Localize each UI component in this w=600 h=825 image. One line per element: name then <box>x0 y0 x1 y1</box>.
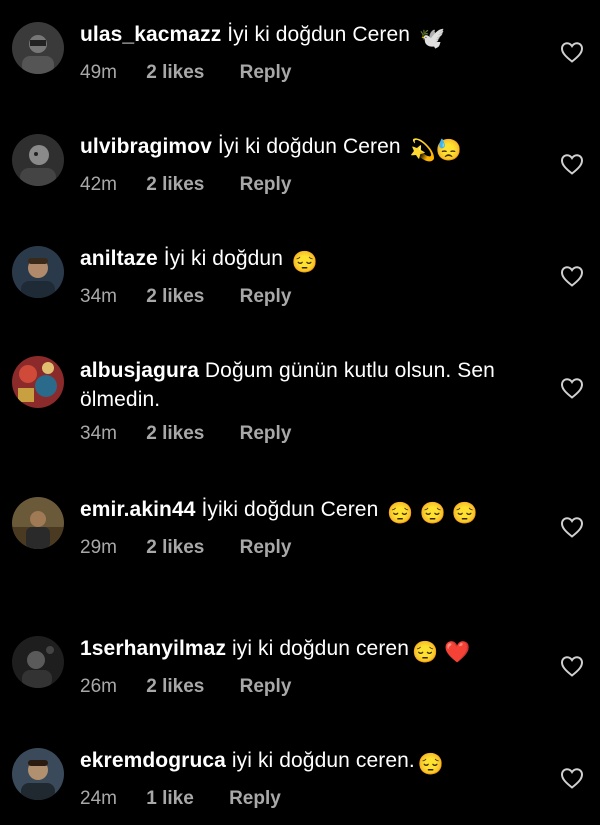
timestamp: 29m <box>80 537 117 558</box>
pensive-emoji: 😔 <box>291 251 319 274</box>
comment-meta: 29m 2 likes Reply <box>80 537 500 559</box>
likes-count[interactable]: 2 likes <box>146 62 204 84</box>
timestamp: 26m <box>80 676 117 697</box>
likes-count[interactable]: 2 likes <box>146 676 204 698</box>
comment-body: emir.akin44 İyiki doğdun Ceren 😔 😔 😔 29m… <box>80 495 500 559</box>
reply-button[interactable]: Reply <box>240 423 292 445</box>
dizzy-sweat-emoji: 💫😓 <box>409 139 463 162</box>
likes-count[interactable]: 2 likes <box>146 423 204 445</box>
comment-text: İyi ki doğdun Ceren <box>217 135 401 158</box>
comment-meta: 24m 1 like Reply <box>80 788 520 810</box>
comment-meta: 42m 2 likes Reply <box>80 174 520 196</box>
likes-count[interactable]: 1 like <box>146 788 194 810</box>
comment-text-line: albusjagura Doğum günün kutlu olsun. Sen… <box>80 356 510 414</box>
timestamp: 42m <box>80 174 117 195</box>
heart-outline-icon[interactable] <box>560 377 584 399</box>
comment-meta: 26m 2 likes Reply <box>80 676 520 698</box>
comment-body: ekremdogruca iyi ki doğdun ceren. 😔 24m 1… <box>80 746 520 810</box>
username[interactable]: ulas_kacmazz <box>80 23 221 46</box>
username[interactable]: emir.akin44 <box>80 498 196 521</box>
timestamp: 34m <box>80 286 117 307</box>
comment-meta: 49m 2 likes Reply <box>80 62 520 84</box>
comment-text-line: ekremdogruca iyi ki doğdun ceren. 😔 <box>80 746 520 779</box>
pensive-heart-emoji: 😔 ❤️ <box>412 641 471 664</box>
dove-emoji: 🕊️ <box>419 27 446 50</box>
comment-body: aniltaze İyi ki doğdun 😔 34m 2 likes Rep… <box>80 244 520 308</box>
avatar[interactable] <box>12 636 64 688</box>
heart-outline-icon[interactable] <box>560 41 584 63</box>
username[interactable]: ulvibragimov <box>80 135 212 158</box>
comment-text: İyi ki doğdun <box>163 247 283 270</box>
comment-meta: 34m 2 likes Reply <box>80 286 520 308</box>
timestamp: 34m <box>80 423 117 444</box>
avatar[interactable] <box>12 246 64 298</box>
reply-button[interactable]: Reply <box>240 62 292 84</box>
timestamp: 49m <box>80 62 117 83</box>
likes-count[interactable]: 2 likes <box>146 286 204 308</box>
avatar[interactable] <box>12 22 64 74</box>
reply-button[interactable]: Reply <box>240 174 292 196</box>
comment-text-line: emir.akin44 İyiki doğdun Ceren 😔 😔 😔 <box>80 495 500 528</box>
pensive-emoji: 😔 😔 😔 <box>387 502 478 525</box>
comment-text: iyi ki doğdun ceren. <box>231 749 415 772</box>
username[interactable]: 1serhanyilmaz <box>80 637 226 660</box>
likes-count[interactable]: 2 likes <box>146 537 204 559</box>
heart-outline-icon[interactable] <box>560 265 584 287</box>
comment-text-line: aniltaze İyi ki doğdun 😔 <box>80 244 520 277</box>
username[interactable]: ekremdogruca <box>80 749 226 772</box>
username[interactable]: albusjagura <box>80 359 199 382</box>
heart-outline-icon[interactable] <box>560 516 584 538</box>
pensive-emoji: 😔 <box>417 753 445 776</box>
comment-body: 1serhanyilmaz iyi ki doğdun ceren 😔 ❤️ 26… <box>80 634 520 698</box>
comment-body: ulvibragimov İyi ki doğdun Ceren 💫😓 42m … <box>80 132 520 196</box>
comment-text-line: 1serhanyilmaz iyi ki doğdun ceren 😔 ❤️ <box>80 634 520 667</box>
comment-text: İyiki doğdun Ceren <box>201 498 379 521</box>
comment-text: İyi ki doğdun Ceren <box>227 23 411 46</box>
heart-outline-icon[interactable] <box>560 153 584 175</box>
username[interactable]: aniltaze <box>80 247 158 270</box>
heart-outline-icon[interactable] <box>560 655 584 677</box>
timestamp: 24m <box>80 788 117 809</box>
heart-outline-icon[interactable] <box>560 767 584 789</box>
reply-button[interactable]: Reply <box>240 676 292 698</box>
reply-button[interactable]: Reply <box>229 788 281 810</box>
comment-meta: 34m 2 likes Reply <box>80 423 510 445</box>
reply-button[interactable]: Reply <box>240 537 292 559</box>
comment-text-line: ulvibragimov İyi ki doğdun Ceren 💫😓 <box>80 132 520 165</box>
avatar[interactable] <box>12 356 64 408</box>
comment-text-line: ulas_kacmazz İyi ki doğdun Ceren 🕊️ <box>80 20 520 53</box>
avatar[interactable] <box>12 134 64 186</box>
avatar[interactable] <box>12 748 64 800</box>
avatar[interactable] <box>12 497 64 549</box>
comment-body: ulas_kacmazz İyi ki doğdun Ceren 🕊️ 49m … <box>80 20 520 84</box>
comment-body: albusjagura Doğum günün kutlu olsun. Sen… <box>80 356 510 445</box>
likes-count[interactable]: 2 likes <box>146 174 204 196</box>
comment-text: iyi ki doğdun ceren <box>231 637 409 660</box>
reply-button[interactable]: Reply <box>240 286 292 308</box>
